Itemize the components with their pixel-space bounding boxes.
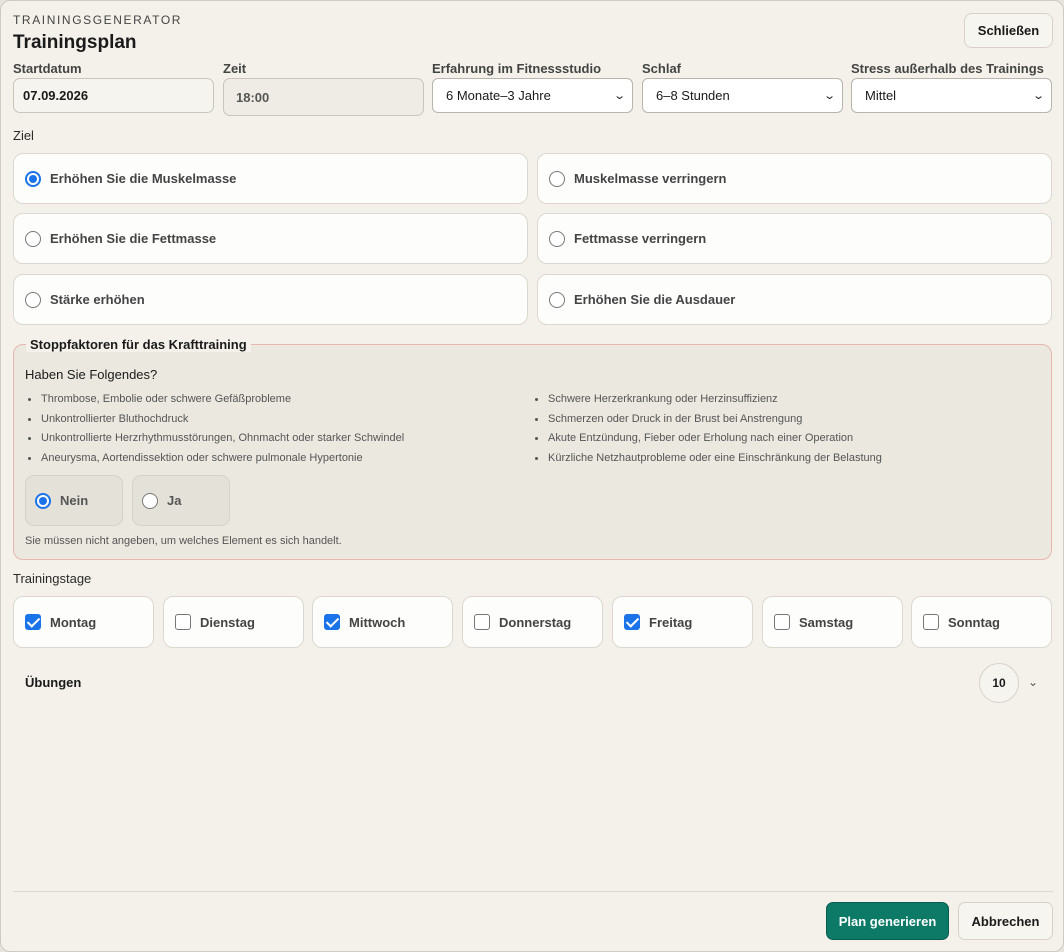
list-item: Schmerzen oder Druck in der Brust bei An… (532, 413, 882, 433)
day-label: Montag (50, 614, 97, 630)
radio-icon[interactable] (549, 291, 565, 308)
experience-value: 6 Monate–3 Jahre (446, 88, 551, 103)
start-date-label: Startdatum (13, 61, 82, 76)
answer-no-option[interactable]: Nein (25, 475, 123, 526)
experience-label: Erfahrung im Fitnessstudio (432, 61, 602, 76)
generate-plan-button[interactable]: Plan generieren (826, 902, 949, 940)
checkbox-checked-icon[interactable] (324, 614, 340, 630)
checkbox-checked-icon[interactable] (624, 614, 640, 630)
stop-factors-note: Sie müssen nicht angeben, um welches Ele… (25, 535, 342, 547)
sleep-label: Schlaf (642, 61, 682, 76)
stress-field: Stress außerhalb des Trainings Mittel ⌄ (851, 61, 1052, 113)
time-input[interactable]: 18:00 (223, 78, 424, 116)
day-friday[interactable]: Freitag (612, 596, 753, 648)
answer-yes-label: Ja (167, 493, 182, 508)
training-plan-dialog: TRAININGSGENERATOR Trainingsplan Schließ… (0, 0, 1064, 952)
goal-option[interactable]: Erhöhen Sie die Muskelmasse (13, 153, 528, 204)
radio-icon[interactable] (25, 230, 41, 247)
goal-option[interactable]: Fettmasse verringern (537, 213, 1052, 264)
list-item: Kürzliche Netzhautprobleme oder eine Ein… (532, 452, 882, 472)
stop-factors-legend: Stoppfaktoren für das Krafttraining (26, 337, 251, 352)
page-title: Trainingsplan (13, 32, 137, 53)
chevron-down-icon: ⌄ (1031, 90, 1045, 102)
day-label: Freitag (649, 614, 693, 630)
exercises-count-badge: 10 (979, 663, 1019, 703)
radio-icon[interactable] (142, 492, 158, 509)
exercises-label[interactable]: Übungen (25, 675, 81, 690)
stress-select[interactable]: Mittel ⌄ (851, 78, 1052, 113)
radio-icon[interactable] (549, 230, 565, 247)
list-item: Unkontrollierter Bluthochdruck (25, 413, 404, 433)
day-wednesday[interactable]: Mittwoch (312, 596, 453, 648)
goal-option[interactable]: Erhöhen Sie die Ausdauer (537, 274, 1052, 325)
list-item: Aneurysma, Aortendissektion oder schwere… (25, 452, 404, 472)
list-item: Akute Entzündung, Fieber oder Erholung n… (532, 432, 882, 452)
day-monday[interactable]: Montag (13, 596, 154, 648)
day-thursday[interactable]: Donnerstag (462, 596, 603, 648)
start-date-field: Startdatum 07.09.2026 (13, 61, 214, 113)
chevron-down-icon: ⌄ (612, 90, 626, 102)
day-label: Samstag (799, 614, 854, 630)
checkbox-icon[interactable] (923, 614, 939, 630)
checkbox-icon[interactable] (175, 614, 191, 630)
start-date-input[interactable]: 07.09.2026 (13, 78, 214, 113)
close-button[interactable]: Schließen (964, 13, 1053, 48)
goal-option-label: Erhöhen Sie die Fettmasse (50, 231, 217, 246)
sleep-select[interactable]: 6–8 Stunden ⌄ (642, 78, 843, 113)
checkbox-icon[interactable] (774, 614, 790, 630)
goal-option[interactable]: Muskelmasse verringern (537, 153, 1052, 204)
goal-option-label: Erhöhen Sie die Ausdauer (574, 292, 736, 307)
day-sunday[interactable]: Sonntag (911, 596, 1052, 648)
stop-factors-list-right: Schwere Herzerkrankung oder Herzinsuffiz… (532, 393, 882, 471)
checkbox-icon[interactable] (474, 614, 490, 630)
radio-icon[interactable] (25, 291, 41, 308)
experience-field: Erfahrung im Fitnessstudio 6 Monate–3 Ja… (432, 61, 633, 113)
goal-option-label: Erhöhen Sie die Muskelmasse (50, 171, 237, 186)
list-item: Thrombose, Embolie oder schwere Gefäßpro… (25, 393, 404, 413)
experience-select[interactable]: 6 Monate–3 Jahre ⌄ (432, 78, 633, 113)
list-item: Unkontrollierte Herzrhythmusstörungen, O… (25, 432, 404, 452)
goal-label: Ziel (13, 128, 34, 143)
radio-selected-icon[interactable] (25, 170, 41, 187)
stress-label: Stress außerhalb des Trainings (851, 61, 1044, 76)
goal-option-label: Fettmasse verringern (574, 231, 707, 246)
time-label: Zeit (223, 61, 247, 76)
dialog-eyebrow: TRAININGSGENERATOR (13, 13, 183, 27)
cancel-button[interactable]: Abbrechen (958, 902, 1053, 940)
answer-no-label: Nein (60, 493, 89, 508)
sleep-field: Schlaf 6–8 Stunden ⌄ (642, 61, 843, 113)
checkbox-checked-icon[interactable] (25, 614, 41, 630)
goal-option-label: Muskelmasse verringern (574, 171, 727, 186)
radio-icon[interactable] (549, 170, 565, 187)
chevron-down-icon[interactable]: ⌄ (1028, 675, 1038, 689)
day-tuesday[interactable]: Dienstag (163, 596, 304, 648)
list-item: Schwere Herzerkrankung oder Herzinsuffiz… (532, 393, 882, 413)
chevron-down-icon: ⌄ (822, 90, 836, 102)
answer-yes-option[interactable]: Ja (132, 475, 230, 526)
time-field: Zeit 18:00 (223, 61, 424, 116)
day-label: Donnerstag (499, 614, 572, 630)
day-label: Dienstag (200, 614, 255, 630)
goal-option[interactable]: Erhöhen Sie die Fettmasse (13, 213, 528, 264)
stop-factors-list-left: Thrombose, Embolie oder schwere Gefäßpro… (25, 393, 404, 471)
goal-option-label: Stärke erhöhen (50, 292, 145, 307)
day-label: Mittwoch (349, 614, 406, 630)
day-saturday[interactable]: Samstag (762, 596, 903, 648)
stop-factors-fieldset: Stoppfaktoren für das Krafttraining Habe… (13, 337, 1052, 560)
training-days-label: Trainingstage (13, 571, 92, 586)
stress-value: Mittel (865, 88, 897, 103)
goal-option[interactable]: Stärke erhöhen (13, 274, 528, 325)
stop-factors-question: Haben Sie Folgendes? (25, 367, 158, 382)
sleep-value: 6–8 Stunden (656, 88, 730, 103)
footer-divider (13, 891, 1053, 892)
radio-selected-icon[interactable] (35, 492, 51, 509)
day-label: Sonntag (948, 614, 1000, 630)
